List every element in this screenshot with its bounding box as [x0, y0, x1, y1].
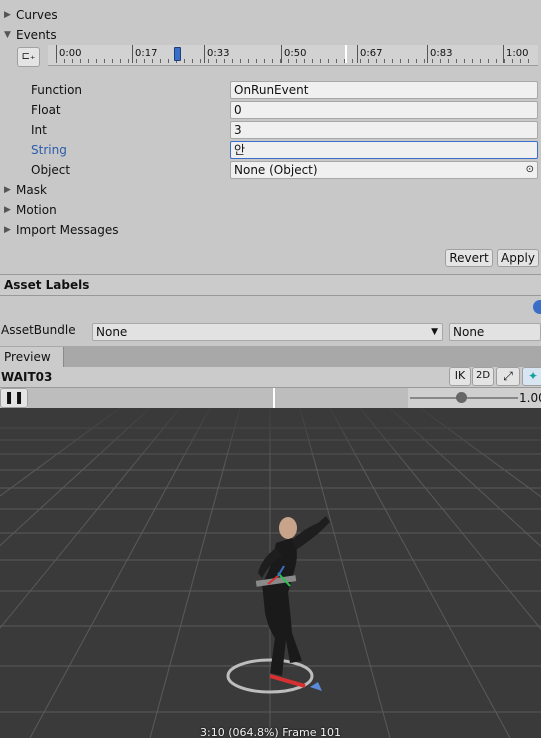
pause-icon: ❚❚: [3, 390, 25, 404]
character-model: [255, 516, 330, 676]
int-field[interactable]: 3: [230, 121, 538, 139]
dropdown-arrow-icon: ▼: [431, 327, 438, 337]
grid-floor: [0, 408, 541, 738]
function-field[interactable]: OnRunEvent: [230, 81, 538, 99]
motion-foldout[interactable]: ▶ Motion: [4, 200, 57, 220]
function-label: Function: [31, 83, 83, 97]
event-timeline[interactable]: 0:00 0:17 0:33 0:50 0:67 0:83 1:00: [48, 45, 538, 66]
preview-tab[interactable]: Preview: [0, 347, 64, 368]
asset-labels-header: Asset Labels: [0, 275, 541, 295]
events-label: Events: [16, 28, 57, 42]
motion-label: Motion: [16, 203, 57, 217]
assetbundle-label: AssetBundle: [1, 323, 76, 337]
apply-button[interactable]: Apply: [497, 249, 539, 267]
preview-tab-label: Preview: [4, 350, 51, 364]
pivot-toggle[interactable]: ⤢: [496, 367, 520, 386]
2d-toggle[interactable]: 2D: [472, 367, 494, 386]
playback-bar: ❚❚ 1.00: [0, 387, 541, 409]
clip-name: WAIT03: [1, 370, 53, 384]
assetbundle-dropdown[interactable]: None ▼: [92, 323, 443, 341]
curves-foldout[interactable]: ▶ Curves: [4, 5, 58, 25]
timeline-tick-label: 0:50: [284, 48, 307, 59]
collapsed-triangle-icon: ▶: [4, 185, 11, 195]
pivot-icon: ⤢: [503, 369, 513, 383]
object-label: Object: [31, 163, 71, 177]
expanded-triangle-icon: ▼: [4, 30, 11, 40]
collapsed-triangle-icon: ▶: [4, 225, 11, 235]
mask-label: Mask: [16, 183, 47, 197]
asset-labels-tag-icon[interactable]: [533, 300, 541, 314]
timeline-tick-label: 0:17: [135, 48, 158, 59]
timeline-tick-label: 0:83: [430, 48, 453, 59]
string-label: String: [31, 143, 67, 157]
curves-label: Curves: [16, 8, 58, 22]
playback-scrubber[interactable]: [28, 388, 408, 408]
preview-tab-bar: [0, 346, 541, 367]
preview-viewport[interactable]: 3:10 (064.8%) Frame 101: [0, 408, 541, 738]
timeline-tick-label: 0:00: [59, 48, 82, 59]
avatar-icon: ✦: [527, 369, 539, 383]
import-messages-foldout[interactable]: ▶ Import Messages: [4, 220, 119, 240]
string-field[interactable]: 안: [230, 141, 538, 159]
object-field[interactable]: None (Object) ⊙: [230, 161, 538, 179]
assetbundle-variant-value: None: [453, 325, 485, 339]
add-event-button[interactable]: ⊏₊: [17, 47, 40, 67]
assetbundle-variant-dropdown[interactable]: None: [449, 323, 541, 341]
preview-status: 3:10 (064.8%) Frame 101: [200, 726, 341, 738]
ik-toggle[interactable]: IK: [449, 367, 471, 386]
timeline-playhead[interactable]: [345, 45, 347, 63]
asset-labels-title: Asset Labels: [4, 278, 90, 292]
float-label: Float: [31, 103, 61, 117]
pause-button[interactable]: ❚❚: [0, 388, 28, 408]
events-foldout[interactable]: ▼ Events: [4, 25, 57, 45]
speed-slider-thumb[interactable]: [456, 392, 467, 403]
avatar-toggle[interactable]: ✦: [522, 367, 541, 386]
collapsed-triangle-icon: ▶: [4, 10, 11, 20]
timeline-tick-label: 0:67: [360, 48, 383, 59]
mask-foldout[interactable]: ▶ Mask: [4, 180, 47, 200]
timeline-tick-label: 0:33: [207, 48, 230, 59]
float-field[interactable]: 0: [230, 101, 538, 119]
collapsed-triangle-icon: ▶: [4, 205, 11, 215]
object-field-value: None (Object): [234, 163, 318, 177]
event-marker[interactable]: [174, 47, 181, 61]
revert-button[interactable]: Revert: [445, 249, 493, 267]
import-messages-label: Import Messages: [16, 223, 119, 237]
add-event-icon: ⊏₊: [21, 51, 36, 62]
preview-header: WAIT03 IK 2D ⤢ ✦: [0, 367, 541, 387]
scrubber-playhead[interactable]: [273, 388, 275, 408]
object-picker-icon[interactable]: ⊙: [526, 162, 534, 178]
int-label: Int: [31, 123, 47, 137]
assetbundle-value: None: [96, 325, 128, 339]
speed-value: 1.00: [519, 391, 541, 405]
timeline-tick-label: 1:00: [506, 48, 529, 59]
